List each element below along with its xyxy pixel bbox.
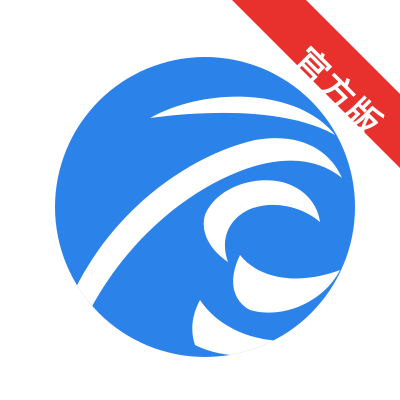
app-icon[interactable]: 官方版	[0, 0, 400, 400]
